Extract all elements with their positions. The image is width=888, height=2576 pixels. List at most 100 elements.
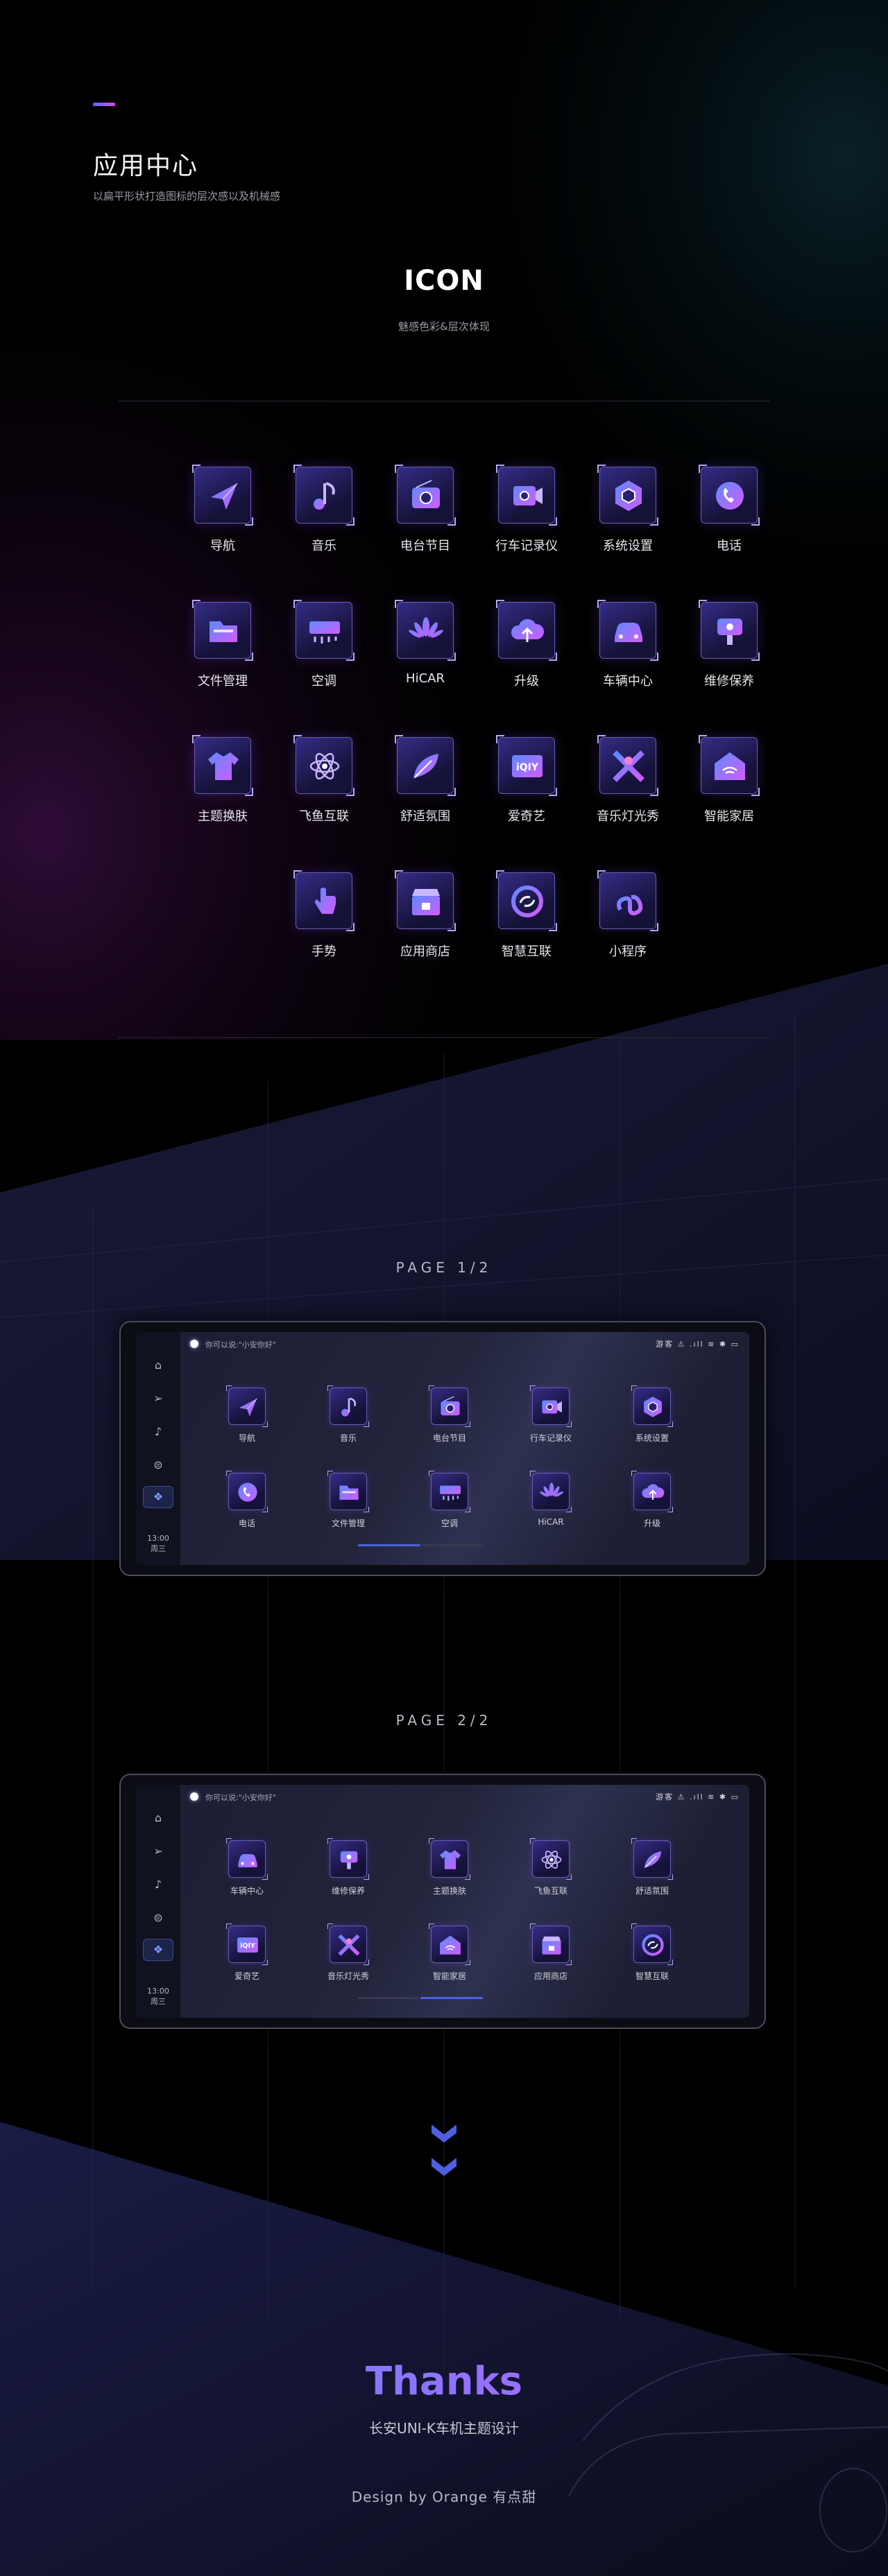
icon-frame: [192, 600, 253, 661]
app-icon-tile[interactable]: 音乐灯光秀: [597, 735, 659, 824]
app-launcher[interactable]: 维修保养: [314, 1838, 383, 1896]
app-launcher[interactable]: 电话: [212, 1471, 282, 1529]
page-subtitle: 以扁平形状打造图标的层次感以及机械感: [93, 190, 281, 202]
app-label: 音乐灯光秀: [327, 1971, 369, 1981]
light-show-icon: [338, 1934, 360, 1956]
app-launcher[interactable]: 车辆中心: [212, 1838, 282, 1896]
icon-frame: [530, 1385, 572, 1427]
app-icon-tile[interactable]: 音乐: [293, 465, 355, 554]
atom-connect-icon: [309, 752, 340, 780]
icon-frame: [395, 870, 456, 931]
app-launcher[interactable]: 空调: [415, 1471, 484, 1529]
app-icon-tile[interactable]: 主题换肤: [191, 735, 254, 824]
music-note-icon: [314, 482, 335, 510]
folder-icon: [210, 621, 237, 642]
voice-assistant-icon[interactable]: [190, 1340, 198, 1348]
smart-home-icon: [715, 752, 745, 780]
settings-hexagon-icon: [644, 1397, 662, 1417]
app-icon-tile[interactable]: 电台节目: [394, 465, 456, 554]
icon-frame: [496, 870, 557, 931]
feather-ambient-icon: [644, 1851, 662, 1869]
page-dots: [358, 1997, 483, 2000]
app-launcher[interactable]: 电台节目: [415, 1385, 484, 1444]
app-icon-tile[interactable]: 文件管理: [191, 600, 254, 689]
app-launcher[interactable]: 舒适氛围: [617, 1838, 687, 1896]
status-bar: 你可以说:"小安你好" 游客 ⚠ .ıll ≋ ✱ ▭: [180, 1332, 749, 1356]
light-show-icon: [613, 750, 644, 782]
page-dot-active: [358, 1544, 420, 1546]
app-label: 爱奇艺: [508, 809, 545, 824]
icon-frame: [530, 1924, 572, 1965]
phone-icon: [238, 1483, 257, 1502]
icon-frame: [327, 1838, 369, 1880]
smart-link-icon: [642, 1934, 664, 1956]
app-icon-tile[interactable]: 升级: [495, 600, 558, 689]
page-dot[interactable]: [358, 1997, 419, 1999]
app-icon-tile[interactable]: 飞鱼互联: [293, 735, 355, 824]
app-icon-tile[interactable]: 智能家居: [698, 735, 760, 824]
app-icon-tile[interactable]: 维修保养: [698, 600, 760, 689]
svg-text:iQIY: iQIY: [516, 762, 539, 773]
navigation-icon[interactable]: ➢: [151, 1844, 165, 1858]
home-icon[interactable]: ⌂: [151, 1358, 165, 1372]
app-icon-tile[interactable]: 应用商店: [394, 870, 456, 960]
app-icon-tile[interactable]: 系统设置: [597, 465, 659, 554]
app-launcher[interactable]: 飞鱼互联: [516, 1838, 586, 1896]
clock: 13:00 周三: [136, 1986, 180, 2007]
app-label: 主题换肤: [432, 1886, 466, 1896]
app-launcher[interactable]: 行车记录仪: [516, 1385, 586, 1444]
app-icon-tile[interactable]: 小程序: [597, 870, 659, 960]
music-icon[interactable]: ♪: [151, 1878, 165, 1892]
app-label: 文件管理: [331, 1519, 365, 1528]
app-icon-tile[interactable]: 智慧互联: [495, 870, 558, 960]
smart-home-icon: [440, 1935, 461, 1955]
app-launcher[interactable]: 系统设置: [617, 1385, 687, 1444]
car-icon: [238, 1853, 257, 1867]
music-icon[interactable]: ♪: [151, 1425, 165, 1439]
icon-frame: [597, 600, 658, 661]
app-label: 应用商店: [533, 1971, 567, 1981]
app-launcher[interactable]: 主题换肤: [415, 1838, 484, 1896]
app-icon-tile[interactable]: 导航: [191, 465, 254, 554]
voice-assistant-icon[interactable]: [190, 1792, 198, 1801]
cloud-upgrade-icon: [642, 1484, 665, 1500]
sidebar: ⌂ ➢ ♪ ⊜ ❖ 13:00 周三: [136, 1785, 180, 2018]
app-icon-tile[interactable]: 行车记录仪: [495, 465, 558, 554]
app-label: 电台节目: [432, 1433, 466, 1443]
app-launcher[interactable]: iQIY 爱奇艺: [212, 1924, 282, 1982]
folder-icon: [339, 1485, 359, 1500]
icon-frame: [293, 465, 355, 526]
app-launcher[interactable]: 音乐: [314, 1385, 383, 1444]
media-icon[interactable]: ⊜: [151, 1458, 165, 1472]
app-launcher[interactable]: 智能家居: [415, 1924, 484, 1982]
clock-time: 13:00: [147, 1987, 169, 1996]
app-icon-tile[interactable]: HiCAR: [394, 600, 456, 686]
app-launcher[interactable]: 应用商店: [516, 1924, 586, 1982]
icon-frame: iQIY: [226, 1924, 268, 1965]
apps-grid-icon: ❖: [153, 1943, 164, 1956]
app-launcher[interactable]: 智慧互联: [617, 1924, 687, 1982]
app-launcher[interactable]: HiCAR: [516, 1471, 586, 1527]
app-label: 电话: [238, 1519, 255, 1528]
icon-frame: [631, 1385, 673, 1427]
app-icon-tile[interactable]: 舒适氛围: [394, 735, 456, 824]
app-launcher[interactable]: 升级: [617, 1471, 687, 1529]
app-icon-tile[interactable]: 手势: [293, 870, 355, 960]
page-dot[interactable]: [422, 1544, 483, 1546]
app-icon-tile[interactable]: iQIY 爱奇艺: [495, 735, 558, 824]
app-label: 智慧互联: [635, 1971, 669, 1981]
home-icon[interactable]: ⌂: [151, 1811, 165, 1825]
icon-frame: [699, 735, 760, 796]
app-icon-tile[interactable]: 空调: [293, 600, 355, 689]
background-graphic: [0, 0, 888, 2576]
app-launcher[interactable]: 音乐灯光秀: [314, 1924, 383, 1982]
navigation-icon[interactable]: ➢: [151, 1392, 165, 1406]
app-launcher[interactable]: 文件管理: [314, 1471, 383, 1529]
app-icon-tile[interactable]: 电话: [698, 465, 760, 554]
media-icon[interactable]: ⊜: [151, 1911, 165, 1925]
app-launcher[interactable]: 导航: [212, 1385, 282, 1444]
icon-frame: [327, 1385, 369, 1427]
tshirt-theme-icon: [208, 752, 239, 780]
app-icon-tile[interactable]: 车辆中心: [597, 600, 659, 689]
atom-connect-icon: [541, 1851, 562, 1869]
